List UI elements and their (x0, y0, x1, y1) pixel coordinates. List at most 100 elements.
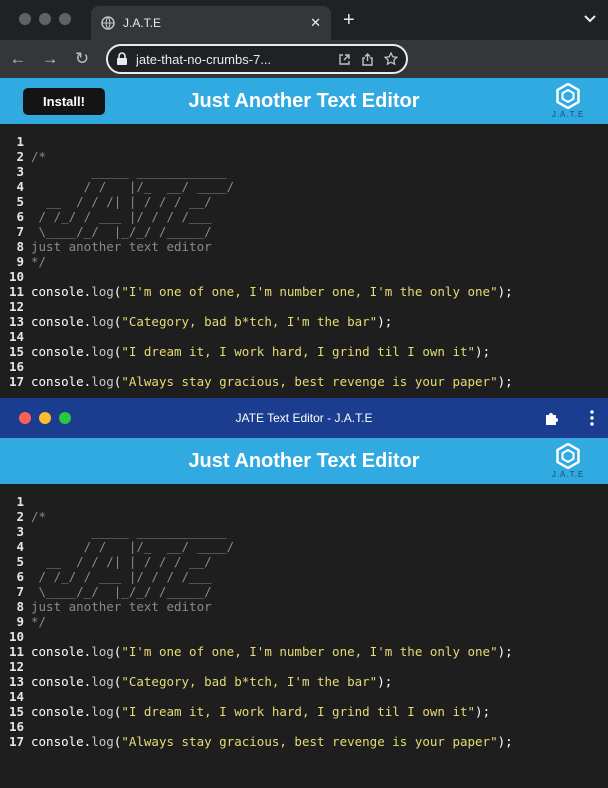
line-number: 5 (16, 554, 24, 569)
line-number: 17 (8, 734, 24, 749)
code-function: log (91, 674, 114, 689)
line-number: 11 (8, 644, 24, 659)
code-text: just another text editor (31, 239, 212, 254)
app-title: Just Another Text Editor (188, 89, 420, 112)
code-text: / /_/ / ___ |/ / / /___ (31, 569, 212, 584)
code-paren: ); (497, 284, 513, 299)
code-text: _____ ____________ (31, 164, 226, 179)
code-text: */ (31, 614, 46, 629)
back-arrow-icon[interactable]: ← (4, 45, 32, 73)
minimize-window-button[interactable] (39, 13, 51, 25)
window-controls (19, 412, 71, 424)
code-text: /* (31, 149, 46, 164)
line-number: 14 (8, 689, 24, 704)
code-function: log (91, 704, 114, 719)
code-text: console.log("Always stay gracious, best … (31, 374, 513, 389)
maximize-window-button[interactable] (59, 412, 71, 424)
code-paren: ); (475, 344, 491, 359)
tab-search-chevron-icon[interactable] (584, 12, 596, 26)
code-string: "I'm one of one, I'm number one, I'm the… (121, 284, 498, 299)
code-string: "I dream it, I work hard, I grind til I … (121, 704, 476, 719)
code-function: log (91, 374, 114, 389)
line-number: 2 (16, 509, 24, 524)
close-tab-icon[interactable]: ✕ (310, 15, 321, 31)
comment-text: / / |/_ __/ ____/ (31, 179, 235, 194)
line-number: 6 (16, 209, 24, 224)
line-number: 1 (16, 494, 24, 509)
open-external-icon[interactable] (338, 53, 351, 66)
line-number: 8 (16, 239, 24, 254)
line-number: 8 (16, 599, 24, 614)
code-text: console.log("I dream it, I work hard, I … (31, 704, 490, 719)
line-number: 3 (16, 164, 24, 179)
line-number: 6 (16, 569, 24, 584)
comment-text: / /_/ / ___ |/ / / /___ (31, 569, 212, 584)
code-paren: ); (377, 314, 393, 329)
bookmark-star-icon[interactable] (384, 52, 398, 66)
close-window-button[interactable] (19, 13, 31, 25)
globe-icon (101, 16, 115, 30)
code-object: console. (31, 674, 92, 689)
app-header: Just Another Text Editor J.A.T.E (0, 438, 608, 484)
code-text: console.log("Category, bad b*tch, I'm th… (31, 674, 392, 689)
tab-strip: J.A.T.E ✕ + (0, 0, 608, 40)
comment-text: / /_/ / ___ |/ / / /___ (31, 209, 212, 224)
new-tab-icon[interactable]: + (343, 10, 355, 30)
code-object: console. (31, 734, 92, 749)
line-number: 13 (8, 314, 24, 329)
code-object: console. (31, 704, 92, 719)
code-paren: ); (497, 734, 513, 749)
comment-text: just another text editor (31, 239, 212, 254)
logo-text: J.A.T.E (551, 110, 585, 119)
extensions-puzzle-icon[interactable] (544, 410, 560, 429)
code-string: "Always stay gracious, best revenge is y… (121, 374, 498, 389)
logo-text: J.A.T.E (551, 470, 585, 479)
lock-icon (116, 52, 128, 66)
comment-text: */ (31, 254, 47, 269)
code-paren: ); (497, 644, 513, 659)
line-number: 16 (8, 359, 24, 374)
code-text: console.log("I'm one of one, I'm number … (31, 644, 513, 659)
code-text: */ (31, 254, 46, 269)
line-number: 9 (16, 254, 24, 269)
code-editor[interactable]: 1 2 /* 3 _____ ____________ 4 / / |/_ __/ __… (0, 124, 608, 398)
code-paren: ); (497, 374, 513, 389)
maximize-window-button[interactable] (59, 13, 71, 25)
comment-text: \____/_/ |_/_/ /_____/ (31, 584, 212, 599)
jate-logo: J.A.T.E (543, 443, 593, 481)
window-title: JATE Text Editor - J.A.T.E (235, 411, 373, 425)
code-text: / /_/ / ___ |/ / / /___ (31, 209, 212, 224)
code-text: console.log("Category, bad b*tch, I'm th… (31, 314, 392, 329)
code-function: log (91, 314, 114, 329)
code-object: console. (31, 644, 92, 659)
window-controls (19, 13, 71, 25)
code-text: console.log("I dream it, I work hard, I … (31, 344, 490, 359)
line-number: 7 (16, 584, 24, 599)
tab-title: J.A.T.E (123, 16, 162, 30)
address-bar[interactable]: jate-that-no-crumbs-7... (106, 44, 408, 74)
close-window-button[interactable] (19, 412, 31, 424)
app-header: Install! Just Another Text Editor J.A.T.… (0, 78, 608, 124)
line-number: 11 (8, 284, 24, 299)
code-editor[interactable]: 1 2 /* 3 _____ ____________ 4 / / |/_ __/ __… (0, 484, 608, 788)
minimize-window-button[interactable] (39, 412, 51, 424)
share-icon[interactable] (361, 52, 374, 66)
comment-text: */ (31, 614, 47, 629)
code-text: / / |/_ __/ ____/ (31, 539, 235, 554)
comment-text: /* (31, 509, 47, 524)
install-button[interactable]: Install! (23, 88, 105, 115)
app-title: Just Another Text Editor (188, 449, 420, 472)
reload-icon[interactable]: ↻ (68, 45, 96, 73)
forward-arrow-icon[interactable]: → (36, 45, 64, 73)
line-number: 4 (16, 179, 24, 194)
code-function: log (91, 734, 114, 749)
code-text: \____/_/ |_/_/ /_____/ (31, 224, 212, 239)
code-function: log (91, 644, 114, 659)
jate-logo-icon (556, 83, 580, 109)
browser-tab[interactable]: J.A.T.E ✕ (91, 6, 331, 40)
line-number: 3 (16, 524, 24, 539)
window-menu-icon[interactable] (590, 410, 594, 429)
code-object: console. (31, 374, 92, 389)
code-text: /* (31, 509, 46, 524)
line-number: 9 (16, 614, 24, 629)
